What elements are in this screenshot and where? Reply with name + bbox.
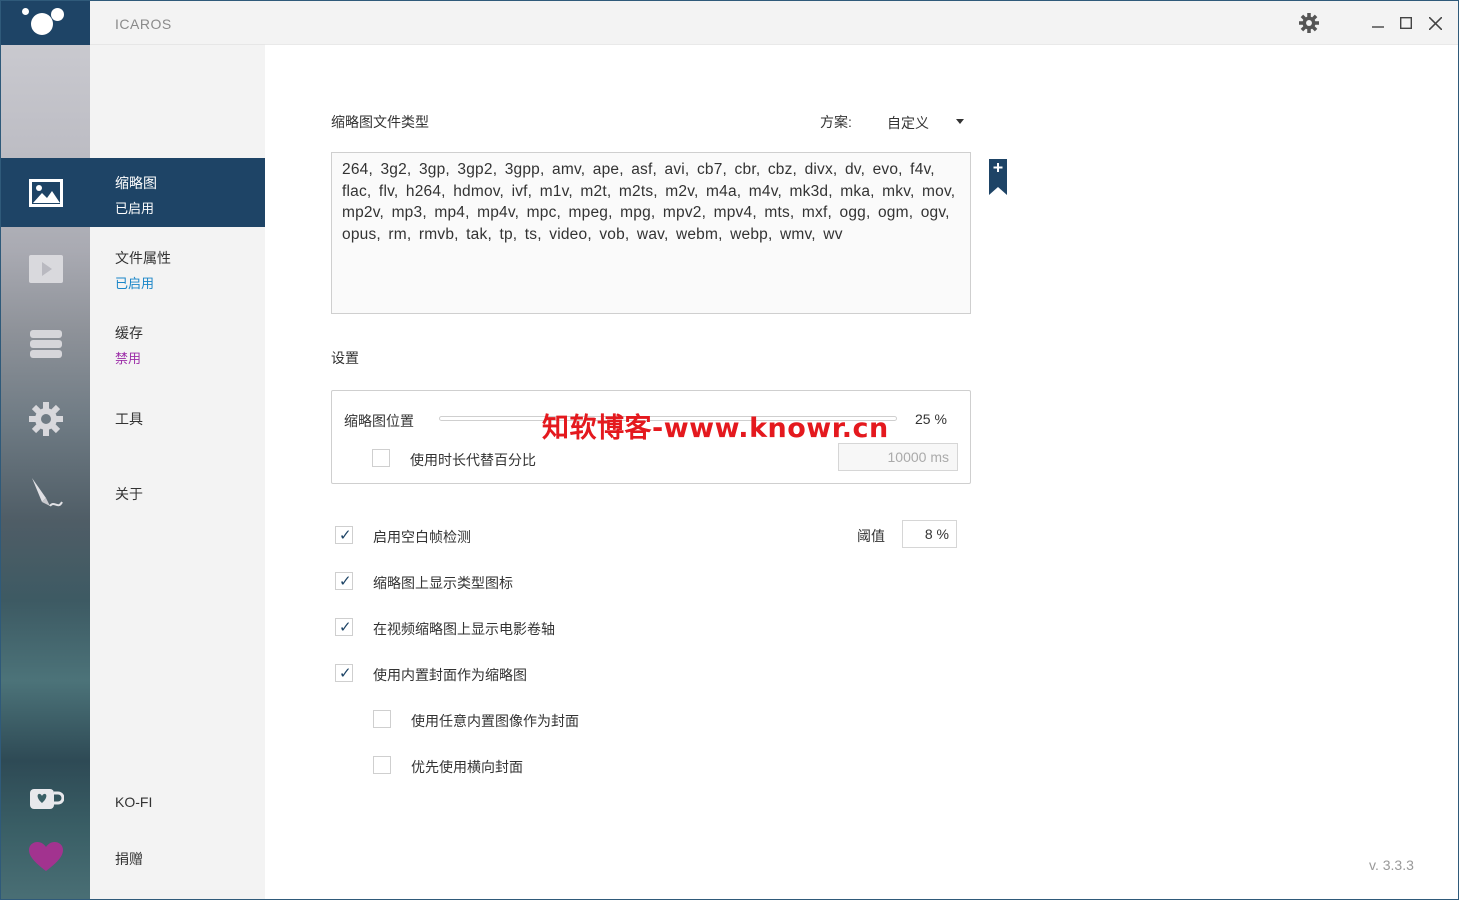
nav-item-thumbnails[interactable]: 缩略图 已启用: [90, 158, 265, 227]
prefer-landscape-cover-checkbox[interactable]: [373, 756, 391, 774]
nav-panel: ICAROS 缩略图 已启用 文件属性 已启用 缓存 禁用 工具 关于 KO-F…: [90, 1, 265, 899]
maximize-button[interactable]: [1396, 13, 1416, 33]
play-icon[interactable]: [23, 249, 69, 289]
thumbnail-types-heading: 缩略图文件类型: [331, 114, 429, 130]
use-duration-checkbox[interactable]: [372, 449, 390, 467]
nav-item-label: 工具: [115, 411, 143, 427]
thumbnail-position-value: 25 %: [915, 411, 947, 427]
dropdown-arrow-icon: [956, 119, 964, 124]
kofi-link: KO-FI: [115, 794, 153, 810]
app-window: ICAROS 缩略图 已启用 文件属性 已启用 缓存 禁用 工具 关于 KO-F…: [0, 0, 1459, 900]
icon-rail: [1, 1, 90, 899]
watermark-text: 知软博客-www.knowr.cn: [542, 413, 889, 444]
blank-frame-detection-checkbox[interactable]: ✓: [335, 526, 353, 544]
check-icon: ✓: [339, 572, 352, 590]
blank-frame-detection-label: 启用空白帧检测: [373, 529, 471, 545]
scheme-dropdown[interactable]: 自定义: [887, 112, 967, 134]
film-strip-label: 在视频缩略图上显示电影卷轴: [373, 621, 555, 637]
nav-item-status: 禁用: [115, 351, 142, 366]
bookmark-add-icon[interactable]: [989, 159, 1007, 198]
content-area: 缩略图文件类型 方案: 自定义 264, 3g2, 3gp, 3gp2, 3gp…: [265, 46, 1458, 899]
film-strip-checkbox[interactable]: ✓: [335, 618, 353, 636]
check-icon: ✓: [339, 664, 352, 682]
minimize-button[interactable]: [1368, 13, 1388, 33]
nav-item-label: 文件属性: [115, 250, 171, 266]
heart-icon[interactable]: [23, 837, 69, 877]
nav-item-label: 缓存: [115, 325, 143, 341]
nav-item-tools[interactable]: 工具: [90, 383, 265, 452]
use-duration-label: 使用时长代替百分比: [410, 452, 536, 468]
scheme-dropdown-value: 自定义: [887, 115, 929, 131]
threshold-label: 阈值: [857, 528, 885, 544]
nav-item-donate[interactable]: 捐赠: [90, 823, 265, 892]
title-bar: [265, 1, 1458, 45]
close-button[interactable]: [1425, 13, 1445, 33]
show-type-icon-checkbox[interactable]: ✓: [335, 572, 353, 590]
settings-gear-icon[interactable]: [1299, 13, 1319, 33]
thumbnail-position-label: 缩略图位置: [344, 413, 414, 429]
threshold-input[interactable]: 8 %: [902, 520, 957, 548]
nav-item-label: 关于: [115, 486, 143, 502]
settings-heading: 设置: [331, 350, 359, 366]
app-logo: [1, 1, 90, 45]
embedded-cover-label: 使用内置封面作为缩略图: [373, 667, 527, 683]
check-icon: ✓: [339, 526, 352, 544]
scheme-label: 方案:: [820, 114, 852, 130]
prefer-landscape-cover-label: 优先使用横向封面: [411, 759, 523, 775]
duration-input[interactable]: 10000 ms: [838, 443, 958, 471]
app-title: ICAROS: [115, 16, 172, 32]
nav-item-status: 已启用: [115, 276, 155, 291]
quill-icon[interactable]: [23, 474, 69, 514]
coffee-cup-icon[interactable]: [23, 780, 69, 820]
check-icon: ✓: [339, 618, 352, 636]
nav-item-status: 已启用: [115, 201, 155, 216]
embedded-cover-checkbox[interactable]: ✓: [335, 664, 353, 682]
version-text: v. 3.3.3: [1369, 857, 1414, 873]
any-embedded-image-checkbox[interactable]: [373, 710, 391, 728]
nav-item-about[interactable]: 关于: [90, 458, 265, 527]
donate-link: 捐赠: [115, 851, 143, 867]
show-type-icon-label: 缩略图上显示类型图标: [373, 575, 513, 591]
settings-panel: 缩略图位置 25 % 知软博客-www.knowr.cn 使用时长代替百分比 1…: [331, 390, 971, 484]
any-embedded-image-label: 使用任意内置图像作为封面: [411, 713, 579, 729]
gear-icon[interactable]: [23, 399, 69, 439]
nav-item-file-properties[interactable]: 文件属性 已启用: [90, 233, 265, 302]
image-icon[interactable]: [23, 173, 69, 213]
database-icon[interactable]: [23, 324, 69, 364]
nav-header: ICAROS: [90, 1, 265, 45]
nav-item-cache[interactable]: 缓存 禁用: [90, 308, 265, 377]
file-types-textarea[interactable]: 264, 3g2, 3gp, 3gp2, 3gpp, amv, ape, asf…: [331, 152, 971, 314]
nav-item-label: 缩略图: [115, 175, 157, 191]
